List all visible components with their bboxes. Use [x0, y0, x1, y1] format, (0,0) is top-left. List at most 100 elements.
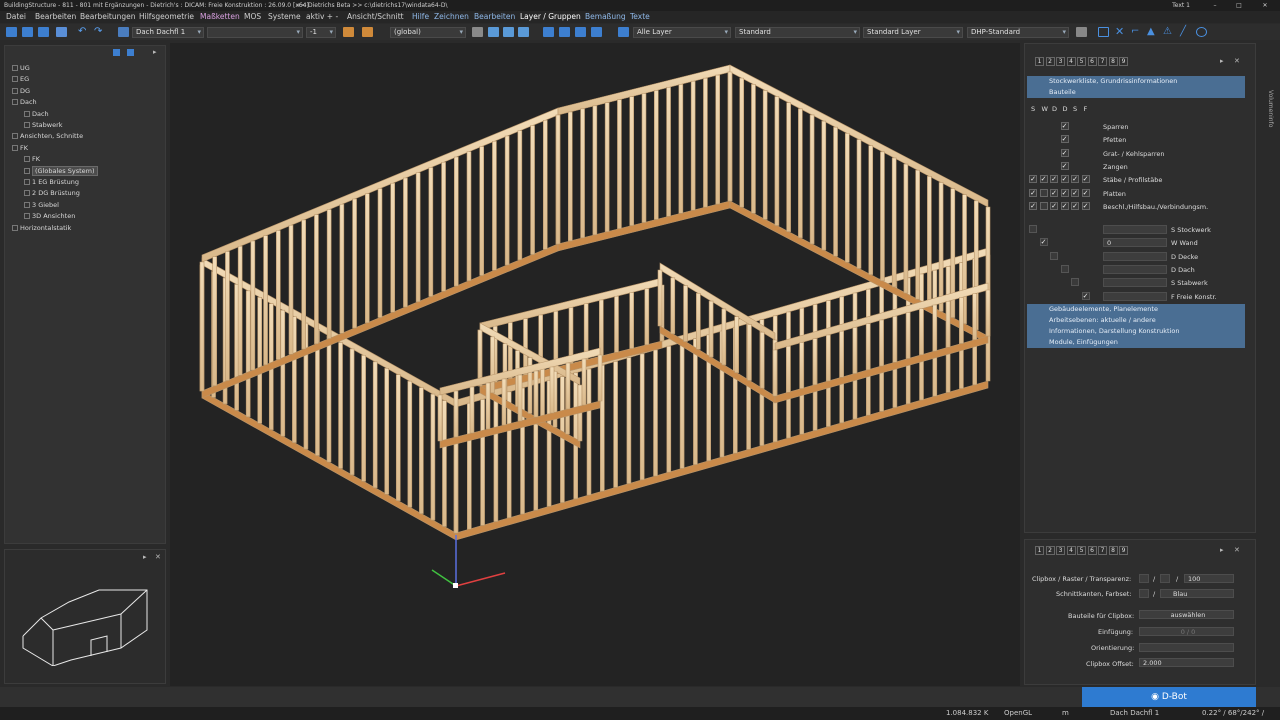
tab-5[interactable]: 5: [1077, 57, 1086, 66]
tree-checkbox[interactable]: [12, 133, 18, 140]
bauteil-checkbox[interactable]: ✓: [1081, 188, 1090, 197]
tab-4[interactable]: 4: [1066, 57, 1076, 66]
stack-3-icon[interactable]: [575, 27, 586, 37]
tree-item[interactable]: Stabwerk: [24, 121, 63, 129]
bauteil-checkbox[interactable]: ✓: [1081, 201, 1090, 210]
minimize-icon[interactable]: –: [1206, 0, 1224, 11]
clip-tab-2[interactable]: 2: [1045, 546, 1055, 555]
draw-pen-icon[interactable]: [472, 27, 483, 37]
settings-icon[interactable]: [1076, 27, 1087, 37]
tree-item[interactable]: DG: [12, 87, 30, 95]
clip-close-icon[interactable]: ✕: [1234, 546, 1240, 554]
clip-tab-6[interactable]: 6: [1087, 546, 1097, 555]
bauteil-checkbox[interactable]: [1039, 201, 1048, 210]
bauteil-checkbox[interactable]: ✓: [1060, 188, 1069, 197]
bauteil-checkbox[interactable]: ✓: [1060, 148, 1069, 157]
clip-tab-3[interactable]: 3: [1056, 546, 1065, 555]
empty-select[interactable]: ▾: [207, 27, 303, 38]
level-value-field[interactable]: [1103, 291, 1167, 301]
stack-2-icon[interactable]: [559, 27, 570, 37]
circle-icon[interactable]: [1196, 27, 1207, 37]
transparency-field[interactable]: 100: [1184, 574, 1234, 583]
tree-item[interactable]: 1 EG Brüstung: [24, 178, 79, 186]
menu-bearbeitungen[interactable]: Bearbeitungen: [80, 11, 135, 23]
tree-checkbox[interactable]: [12, 144, 18, 151]
level-value-field[interactable]: [1103, 264, 1167, 274]
panel-pin-icon[interactable]: ▸: [1220, 57, 1224, 65]
tree-item[interactable]: Horizontalstatik: [12, 224, 71, 232]
tree-checkbox[interactable]: [24, 190, 30, 197]
bauteil-checkbox[interactable]: ✓: [1060, 161, 1069, 170]
level-checkbox[interactable]: ✓: [1039, 238, 1048, 247]
menu-datei[interactable]: Datei: [6, 11, 26, 23]
minimap-pin-icon[interactable]: ▸: [143, 553, 147, 561]
tree-item[interactable]: 2 DG Brüstung: [24, 189, 80, 197]
menu-bearbeiten[interactable]: Bearbeiten: [35, 11, 76, 23]
bauteil-checkbox[interactable]: ✓: [1071, 201, 1079, 210]
level-checkbox[interactable]: ✓: [1081, 291, 1090, 300]
tree-checkbox[interactable]: [12, 99, 18, 106]
section-row[interactable]: Module, Einfügungen: [1027, 337, 1245, 348]
layer-copy-icon[interactable]: [343, 27, 354, 37]
schnitt-toggle[interactable]: [1139, 589, 1149, 598]
level-value-field[interactable]: [1103, 251, 1167, 261]
bauteil-checkbox[interactable]: ✓: [1050, 188, 1058, 197]
offset-field[interactable]: 2.000: [1139, 658, 1234, 667]
clip-tab-5[interactable]: 5: [1077, 546, 1086, 555]
align-left-icon[interactable]: [488, 27, 499, 37]
bauteil-checkbox[interactable]: ✓: [1060, 201, 1069, 210]
menu-systeme[interactable]: Systeme: [268, 11, 301, 23]
roof-select[interactable]: Dach Dachfl 1 ▾: [132, 27, 204, 38]
tree-item[interactable]: Dach: [24, 110, 49, 118]
timber-frame-model[interactable]: [170, 43, 1020, 686]
tab-6[interactable]: 6: [1087, 57, 1097, 66]
tab-3[interactable]: 3: [1056, 57, 1065, 66]
menu-ansicht-schnitt[interactable]: Ansicht/Schnitt: [347, 11, 404, 23]
bauteil-checkbox[interactable]: ✓: [1071, 188, 1079, 197]
tree-item[interactable]: 3D Ansichten: [24, 212, 75, 220]
tree-item[interactable]: 3 Giebel: [24, 201, 59, 209]
clip-tab-1[interactable]: 1: [1035, 546, 1044, 555]
align-right-icon[interactable]: [518, 27, 529, 37]
section-row[interactable]: Gebäudeelemente, Planelemente: [1027, 304, 1245, 315]
clip-tab-9[interactable]: 9: [1119, 546, 1128, 555]
menu-masketten[interactable]: Maßketten: [200, 11, 240, 23]
standard-select[interactable]: Standard ▾: [735, 27, 860, 38]
stack-4-icon[interactable]: [591, 27, 602, 37]
clip-pin-icon[interactable]: ▸: [1220, 546, 1224, 554]
uncheck-all-icon[interactable]: [127, 49, 134, 56]
tree-checkbox[interactable]: [24, 122, 30, 128]
line-icon[interactable]: ╱: [1180, 27, 1191, 37]
level-checkbox[interactable]: [1060, 264, 1069, 273]
clip-tab-8[interactable]: 8: [1108, 546, 1118, 555]
rectangle-icon[interactable]: [1098, 27, 1109, 37]
tree-checkbox[interactable]: [12, 76, 18, 83]
dhp-standard-select[interactable]: DHP-Standard ▾: [967, 27, 1069, 38]
menu-mos[interactable]: MOS: [244, 11, 261, 23]
tab-1[interactable]: 1: [1035, 57, 1044, 66]
clip-tab-4[interactable]: 4: [1066, 546, 1076, 555]
stack-1-icon[interactable]: [543, 27, 554, 37]
tree-checkbox[interactable]: [24, 110, 30, 117]
menu-hilfsgeometrie[interactable]: Hilfsgeometrie: [139, 11, 194, 23]
tree-item[interactable]: EG: [12, 75, 29, 83]
tree-item[interactable]: FK: [24, 155, 40, 163]
tree-checkbox[interactable]: [12, 224, 18, 231]
select-parts-button[interactable]: auswählen: [1139, 610, 1234, 619]
tree-checkbox[interactable]: [12, 65, 18, 71]
layer-select[interactable]: Alle Layer ▾: [633, 27, 731, 38]
cross-icon[interactable]: ✕: [1115, 26, 1126, 37]
level-checkbox[interactable]: [1071, 278, 1079, 287]
bauteil-checkbox[interactable]: ✓: [1060, 135, 1069, 144]
new-file-icon[interactable]: [6, 27, 17, 37]
bauteil-checkbox[interactable]: ✓: [1050, 201, 1058, 210]
menu-hilfe[interactable]: Hilfe: [412, 11, 429, 23]
panel-close-icon[interactable]: ✕: [1234, 57, 1240, 65]
level-checkbox[interactable]: [1050, 251, 1058, 260]
print-icon[interactable]: [56, 27, 67, 37]
layer-view-icon[interactable]: [118, 27, 129, 37]
volumeninfo-tab[interactable]: Volumeninfo: [1262, 90, 1274, 136]
section-row[interactable]: Informationen, Darstellung Konstruktion: [1027, 326, 1245, 337]
level-value-field[interactable]: [1103, 278, 1167, 288]
triangle-icon[interactable]: ▲: [1147, 27, 1158, 37]
